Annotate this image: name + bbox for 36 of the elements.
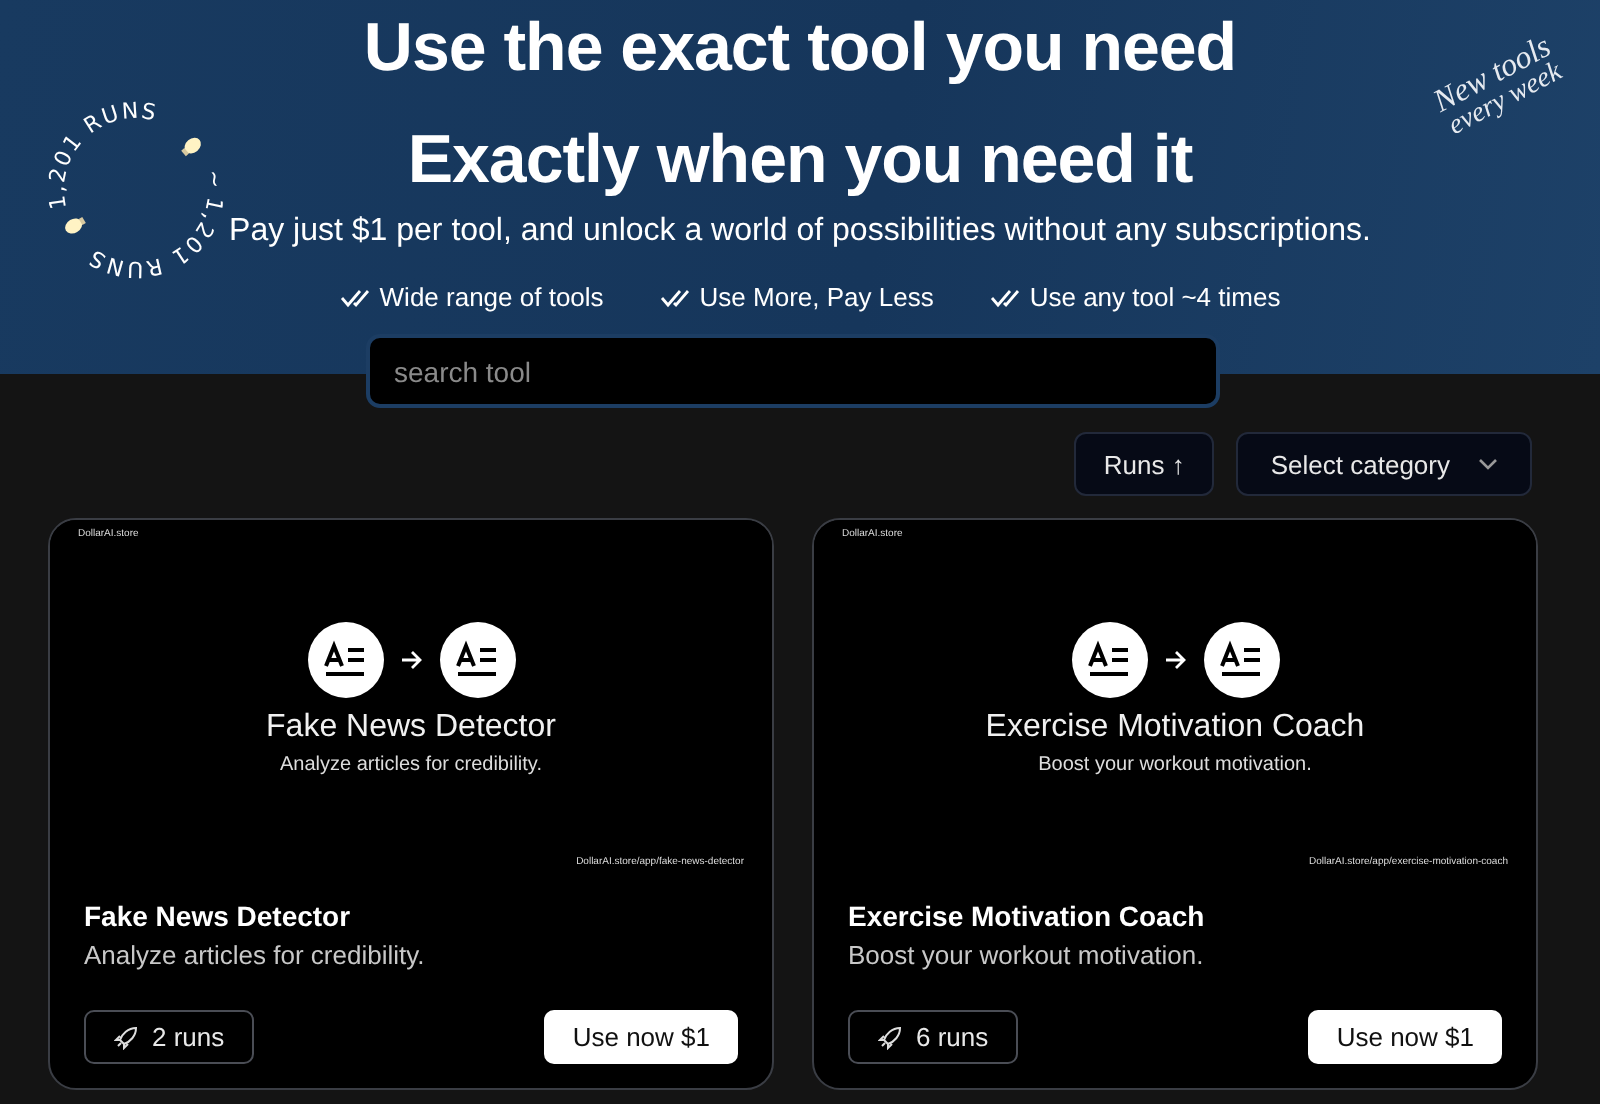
feature-text: Wide range of tools xyxy=(379,282,604,312)
thumbnail-title: Exercise Motivation Coach xyxy=(985,710,1365,746)
text-icon xyxy=(439,622,515,698)
text-icon xyxy=(1203,622,1279,698)
feature-text: Use More, Pay Less xyxy=(699,282,934,312)
use-now-button[interactable]: Use now $1 xyxy=(544,1010,738,1064)
rocket-icon xyxy=(114,1025,138,1049)
thumbnail-subtitle: Boost your workout motivation. xyxy=(1038,754,1312,776)
runs-button[interactable]: 6 runs xyxy=(848,1010,1019,1064)
subtitle: Pay just $1 per tool, and unlock a world of possibilities without any subscriptions. xyxy=(229,212,1371,252)
use-now-button[interactable]: Use now $1 xyxy=(1308,1010,1502,1064)
tool-description: Analyze articles for credibility. xyxy=(84,940,427,972)
rocket-icon xyxy=(878,1025,902,1049)
headline: Exactly when you need it xyxy=(407,120,1193,202)
chevron-down-icon xyxy=(1478,458,1498,470)
double-check-icon xyxy=(989,287,1020,307)
bulb-icon xyxy=(181,137,201,157)
sort-button[interactable]: Runs ↑ xyxy=(1073,432,1215,496)
search-field[interactable]: search tool xyxy=(366,334,1220,408)
arrow-right-icon xyxy=(1163,650,1187,670)
runs-button[interactable]: 2 runs xyxy=(84,1010,255,1064)
double-check-icon xyxy=(659,287,690,307)
bulb-icon xyxy=(65,216,86,234)
tool-title: Fake News Detector xyxy=(84,898,353,934)
thumbnail-subtitle: Analyze articles for credibility. xyxy=(280,754,542,776)
arrow-right-icon xyxy=(399,650,423,670)
text-icon xyxy=(307,622,383,698)
text-icon xyxy=(1071,622,1147,698)
tool-description: Boost your workout motivation. xyxy=(848,940,1206,972)
headline: Use the exact tool you need xyxy=(363,8,1237,90)
double-check-icon xyxy=(339,287,370,307)
category-dropdown[interactable]: Select category xyxy=(1236,432,1532,496)
ring-separator: ~ xyxy=(200,168,229,192)
tool-title: Exercise Motivation Coach xyxy=(848,898,1207,934)
thumbnail-title: Fake News Detector xyxy=(266,710,556,746)
feature-text: Use any tool ~4 times xyxy=(1029,282,1281,312)
